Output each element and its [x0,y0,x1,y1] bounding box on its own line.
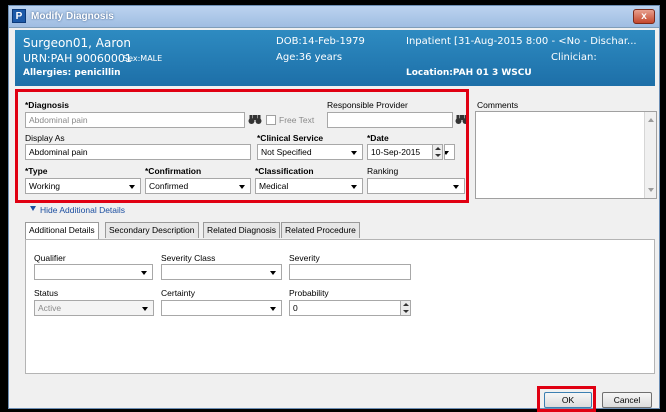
modify-diagnosis-window: P Modify Diagnosis x Surgeon01, Aaron UR… [8,5,660,412]
tab-secondary-description[interactable]: Secondary Description [105,222,199,238]
chevron-down-icon[interactable] [30,206,36,212]
comments-textarea[interactable] [475,111,657,199]
details-tab-bar: Additional Details Secondary Description… [25,222,625,240]
app-icon: P [12,9,26,23]
patient-dob: DOB:14-Feb-1979 [276,36,365,47]
title-bar: P Modify Diagnosis x [9,6,659,28]
clinician-info: Clinician: [551,52,597,63]
certainty-dropdown[interactable] [161,300,282,316]
tab-related-procedure[interactable]: Related Procedure [281,222,360,238]
highlight-frame-ok [537,386,596,412]
scroll-up-icon[interactable] [648,118,654,122]
hide-additional-details-link[interactable]: Hide Additional Details [40,205,125,215]
certainty-label: Certainty [161,288,196,298]
comments-label: Comments [477,100,519,110]
severity-field[interactable] [289,264,411,280]
probability-spinner-icon[interactable] [400,301,410,315]
qualifier-label: Qualifier [34,253,66,263]
highlight-frame-form [15,89,469,203]
tab-related-diagnosis[interactable]: Related Diagnosis [203,222,280,238]
cancel-button[interactable]: Cancel [602,392,652,408]
severity-class-label: Severity Class [161,253,216,263]
tab-additional-details[interactable]: Additional Details [25,222,99,239]
patient-name: Surgeon01, Aaron [23,36,131,50]
patient-age: Age:36 years [276,52,343,63]
probability-field[interactable]: 0 [289,300,411,316]
qualifier-dropdown[interactable] [34,264,153,280]
patient-banner: Surgeon01, Aaron URN:PAH 90060001 Sex:MA… [15,30,655,86]
probability-value: 0 [293,303,298,313]
scroll-down-icon[interactable] [648,188,654,192]
status-label: Status [34,288,59,298]
encounter-info: Inpatient [31-Aug-2015 8:00 - <No - Disc… [406,36,637,47]
close-button[interactable]: x [633,9,655,24]
location-info: Location:PAH 01 3 WSCU [406,68,532,78]
patient-urn: URN:PAH 90060001 [23,52,132,65]
probability-label: Probability [289,288,329,298]
patient-sex: Sex:MALE [123,54,163,63]
status-dropdown[interactable]: Active [34,300,154,316]
window-title: Modify Diagnosis [31,11,114,22]
comments-scrollbar[interactable] [644,112,656,198]
severity-class-dropdown[interactable] [161,264,282,280]
severity-label: Severity [289,253,320,263]
patient-allergies: Allergies: penicillin [23,68,121,78]
